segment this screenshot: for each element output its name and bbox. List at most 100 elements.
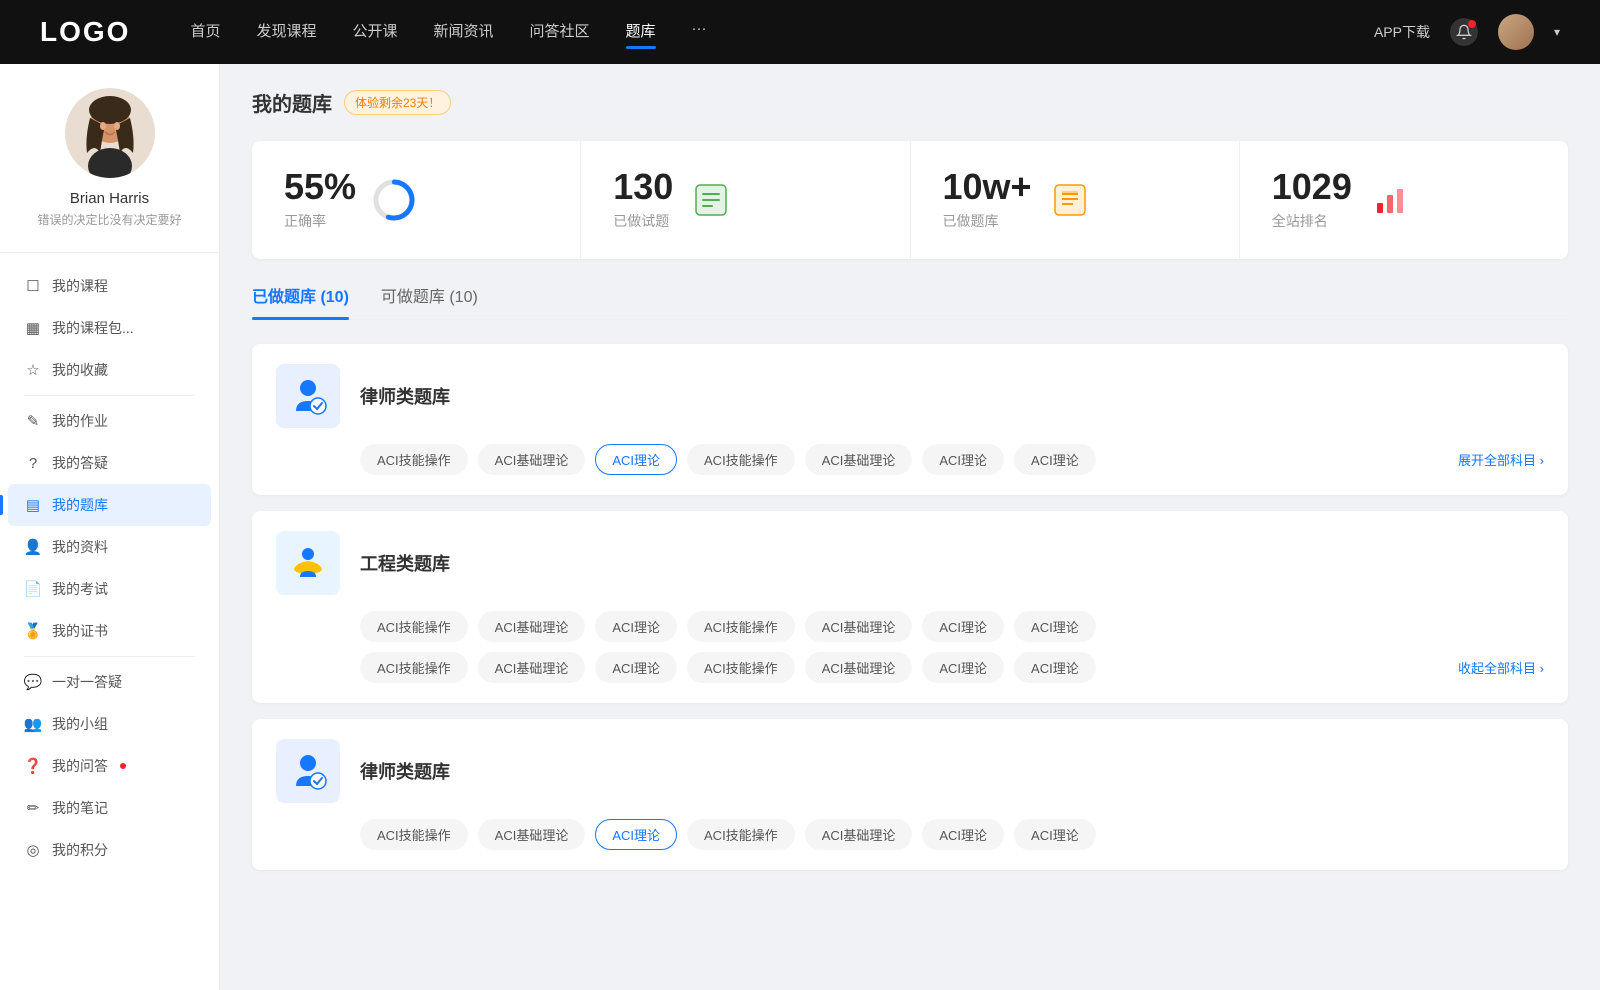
sidebar-item-label: 我的问答	[52, 756, 108, 776]
tag-item[interactable]: ACI基础理论	[478, 444, 586, 475]
sidebar-item-homework[interactable]: ✎ 我的作业	[8, 400, 211, 442]
app-download-button[interactable]: APP下载	[1374, 22, 1430, 42]
tag-item-active[interactable]: ACI理论	[595, 819, 677, 850]
tag-item[interactable]: ACI理论	[922, 819, 1004, 850]
bar-chart-icon	[1368, 178, 1412, 222]
tab-available-banks[interactable]: 可做题库 (10)	[381, 283, 478, 319]
sidebar-item-label: 我的作业	[52, 411, 108, 431]
tag-item[interactable]: ACI理论	[922, 652, 1004, 683]
tag-item[interactable]: ACI理论	[922, 444, 1004, 475]
content-tabs: 已做题库 (10) 可做题库 (10)	[252, 283, 1568, 320]
tag-item[interactable]: ACI基础理论	[805, 611, 913, 642]
page-title: 我的题库	[252, 88, 332, 117]
tag-item[interactable]: ACI技能操作	[687, 611, 795, 642]
sidebar-item-points[interactable]: ◎ 我的积分	[8, 829, 211, 871]
qbank-card-engineer: 工程类题库 ACI技能操作 ACI基础理论 ACI理论 ACI技能操作 ACI基…	[252, 511, 1568, 703]
logo[interactable]: LOGO	[40, 16, 130, 48]
user-menu-chevron[interactable]: ▾	[1554, 25, 1560, 39]
sidebar-item-label: 我的课程	[52, 276, 108, 296]
sidebar-item-course-packages[interactable]: ▦ 我的课程包...	[8, 307, 211, 349]
stat-rank-value: 1029	[1272, 169, 1352, 205]
nav-right: APP下载 ▾	[1374, 14, 1560, 50]
profile-motto: 错误的决定比没有决定要好	[37, 211, 181, 228]
tag-item[interactable]: ACI理论	[922, 611, 1004, 642]
nav-qa[interactable]: 问答社区	[530, 20, 590, 45]
unread-dot	[120, 763, 126, 769]
bank-icon: ▤	[24, 496, 42, 514]
notification-bell[interactable]	[1450, 18, 1478, 46]
tag-item[interactable]: ACI理论	[595, 652, 677, 683]
stat-accuracy-label: 正确率	[284, 211, 356, 231]
stats-row: 55% 正确率 130 已做试题	[252, 141, 1568, 259]
tag-item-active[interactable]: ACI理论	[595, 444, 677, 475]
stat-accuracy: 55% 正确率	[252, 141, 581, 259]
nav-links: 首页 发现课程 公开课 新闻资讯 问答社区 题库 ···	[190, 20, 1374, 45]
nav-question-bank[interactable]: 题库	[626, 20, 656, 45]
nav-courses[interactable]: 发现课程	[256, 20, 316, 45]
tag-item[interactable]: ACI技能操作	[360, 819, 468, 850]
nav-open-course[interactable]: 公开课	[352, 20, 397, 45]
sidebar-item-label: 我的小组	[52, 714, 108, 734]
question-circle-icon: ?	[24, 454, 42, 472]
sidebar-item-certificate[interactable]: 🏅 我的证书	[8, 610, 211, 652]
stat-done-banks: 10w+ 已做题库	[911, 141, 1240, 259]
list-icon	[689, 178, 733, 222]
sidebar-item-profile[interactable]: 👤 我的资料	[8, 526, 211, 568]
sidebar-item-label: 我的题库	[52, 495, 108, 515]
nav-more[interactable]: ···	[692, 20, 707, 45]
qbank-card-law-1: 律师类题库 ACI技能操作 ACI基础理论 ACI理论 ACI技能操作 ACI基…	[252, 344, 1568, 495]
sidebar-item-my-courses[interactable]: ☐ 我的课程	[8, 265, 211, 307]
document-icon: 📄	[24, 580, 42, 598]
qbank-title-engineer: 工程类题库	[360, 550, 450, 576]
tag-item[interactable]: ACI理论	[1014, 444, 1096, 475]
sidebar-item-label: 我的笔记	[52, 798, 108, 818]
qbank-tags-engineer-row2: ACI技能操作 ACI基础理论 ACI理论 ACI技能操作 ACI基础理论 AC…	[276, 652, 1544, 683]
tag-item[interactable]: ACI理论	[1014, 819, 1096, 850]
nav-home[interactable]: 首页	[190, 20, 220, 45]
sidebar-item-label: 我的课程包...	[52, 318, 134, 338]
sidebar-item-group[interactable]: 👥 我的小组	[8, 703, 211, 745]
tag-item[interactable]: ACI理论	[595, 611, 677, 642]
sidebar-item-label: 我的证书	[52, 621, 108, 641]
tag-item[interactable]: ACI技能操作	[687, 444, 795, 475]
tag-item[interactable]: ACI技能操作	[687, 652, 795, 683]
sidebar-item-question-bank[interactable]: ▤ 我的题库	[8, 484, 211, 526]
menu-divider-2	[24, 656, 195, 657]
stat-rank-label: 全站排名	[1272, 211, 1352, 231]
user-avatar-nav[interactable]	[1498, 14, 1534, 50]
law-icon	[276, 364, 340, 428]
sidebar-item-questions[interactable]: ❓ 我的问答	[8, 745, 211, 787]
profile-name: Brian Harris	[70, 190, 149, 207]
tag-item[interactable]: ACI基础理论	[805, 444, 913, 475]
main-content: 我的题库 体验剩余23天！ 55% 正确率	[220, 64, 1600, 990]
sidebar-item-one-on-one[interactable]: 💬 一对一答疑	[8, 661, 211, 703]
engineer-icon	[276, 531, 340, 595]
stat-done-value: 130	[613, 169, 673, 205]
tag-item[interactable]: ACI基础理论	[805, 819, 913, 850]
nav-news[interactable]: 新闻资讯	[434, 20, 494, 45]
tag-item[interactable]: ACI技能操作	[687, 819, 795, 850]
sidebar-item-my-qa[interactable]: ? 我的答疑	[8, 442, 211, 484]
collapse-bank-link[interactable]: 收起全部科目 ›	[1458, 658, 1544, 677]
top-navigation: LOGO 首页 发现课程 公开课 新闻资讯 问答社区 题库 ··· APP下载 …	[0, 0, 1600, 64]
sidebar-item-favorites[interactable]: ☆ 我的收藏	[8, 349, 211, 391]
sidebar-profile: Brian Harris 错误的决定比没有决定要好	[0, 88, 219, 253]
expand-bank-link[interactable]: 展开全部科目 ›	[1458, 450, 1544, 469]
tag-item[interactable]: ACI技能操作	[360, 611, 468, 642]
sidebar-item-notes[interactable]: ✏ 我的笔记	[8, 787, 211, 829]
tag-item[interactable]: ACI技能操作	[360, 444, 468, 475]
pie-chart-icon	[372, 178, 416, 222]
tag-item[interactable]: ACI技能操作	[360, 652, 468, 683]
sidebar-item-exam[interactable]: 📄 我的考试	[8, 568, 211, 610]
tag-item[interactable]: ACI基础理论	[478, 611, 586, 642]
tag-item[interactable]: ACI基础理论	[478, 819, 586, 850]
tag-item[interactable]: ACI理论	[1014, 652, 1096, 683]
tab-done-banks[interactable]: 已做题库 (10)	[252, 283, 349, 319]
sidebar-item-label: 我的考试	[52, 579, 108, 599]
tag-item[interactable]: ACI基础理论	[478, 652, 586, 683]
chat-icon: 💬	[24, 673, 42, 691]
qbank-title-law-1: 律师类题库	[360, 383, 450, 409]
tag-item[interactable]: ACI理论	[1014, 611, 1096, 642]
tag-item[interactable]: ACI基础理论	[805, 652, 913, 683]
stat-banks-value: 10w+	[943, 169, 1032, 205]
